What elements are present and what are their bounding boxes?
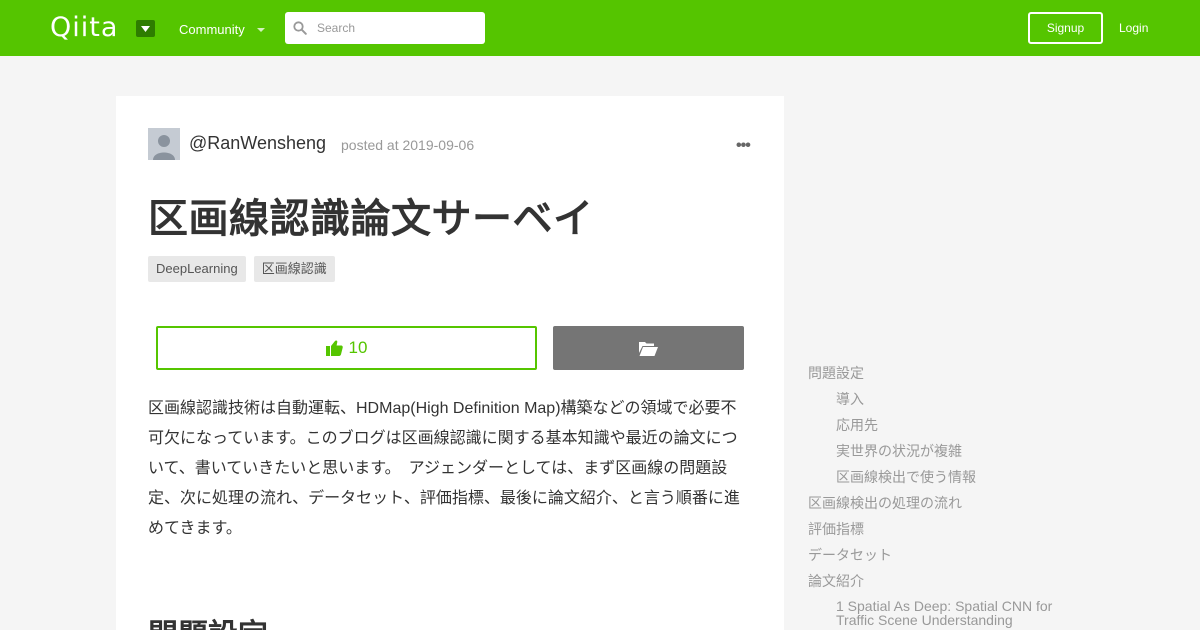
article-intro-paragraph: 区画線認識技術は自動運転、HDMap(High Definition Map)構… (148, 400, 740, 537)
toc-item[interactable]: 実世界の状況が複雑 (808, 440, 1088, 466)
caret-down-icon (256, 27, 265, 32)
signup-button[interactable]: Signup (1028, 12, 1103, 44)
more-options-icon[interactable]: ••• (736, 137, 751, 155)
tag-lane-detection[interactable]: 区画線認識 (253, 256, 335, 282)
stock-button[interactable] (553, 326, 744, 370)
thumbs-up-icon (325, 340, 343, 356)
author-username[interactable]: @RanWensheng (189, 133, 326, 154)
avatar[interactable] (148, 128, 180, 160)
search-input[interactable] (317, 21, 477, 35)
article-card: @RanWensheng posted at 2019-09-06 ••• 区画… (116, 96, 784, 630)
login-link[interactable]: Login (1119, 21, 1148, 35)
folder-open-icon (639, 341, 658, 356)
user-silhouette-icon (148, 128, 180, 160)
logo-menu-button[interactable] (136, 20, 155, 37)
global-header: Qiita Community Signup Login (0, 0, 1200, 56)
toc-item[interactable]: 評価指標 (808, 518, 1088, 544)
toc-item[interactable]: 論文紹介 (808, 570, 1088, 596)
toc-item[interactable]: 応用先 (808, 414, 1088, 440)
like-count: 10 (348, 338, 368, 357)
community-menu[interactable]: Community (179, 22, 265, 37)
like-button[interactable]: 10 (156, 326, 537, 370)
toc-item[interactable]: 区画線検出で使う情報 (808, 466, 1088, 492)
chevron-down-icon (141, 25, 150, 32)
section-heading: 問題設定 (148, 610, 268, 630)
article-title: 区画線認識論文サーベイ (148, 197, 594, 241)
tag-list: DeepLearning 区画線認識 (148, 256, 335, 282)
table-of-contents: 問題設定 導入 応用先 実世界の状況が複雑 区画線検出で使う情報 区画線検出の処… (808, 362, 1088, 627)
posted-date: posted at 2019-09-06 (341, 137, 475, 153)
tag-deeplearning[interactable]: DeepLearning (148, 256, 246, 282)
toc-item[interactable]: 1 Spatial As Deep: Spatial CNN for Traff… (808, 596, 1076, 627)
logo-text[interactable]: Qiita (50, 14, 118, 42)
qiita-logo[interactable]: Qiita (50, 14, 118, 42)
toc-item[interactable]: データセット (808, 544, 1088, 570)
search-box[interactable] (285, 12, 485, 44)
search-icon (293, 21, 307, 35)
toc-item[interactable]: 導入 (808, 388, 1088, 414)
toc-item[interactable]: 区画線検出の処理の流れ (808, 492, 1088, 518)
community-label[interactable]: Community (179, 22, 245, 37)
toc-item[interactable]: 問題設定 (808, 362, 1088, 388)
